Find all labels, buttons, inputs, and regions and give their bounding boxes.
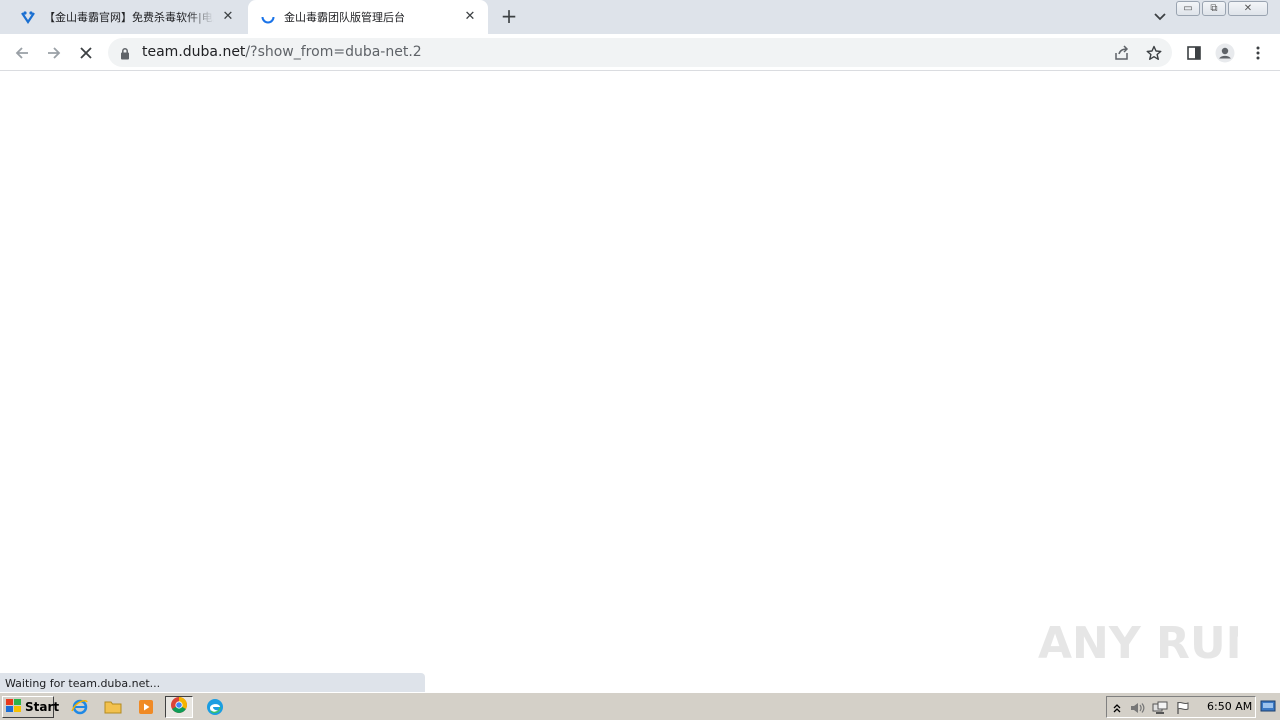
address-bar[interactable]: team.duba.net/?show_from=duba-net.2 [108,38,1172,67]
url-path: /?show_from=duba-net.2 [245,44,422,60]
url-host: team.duba.net [142,44,246,60]
watermark-text: ANY RUN [1038,618,1238,669]
start-button[interactable]: Start [2,696,59,718]
taskbar: Start 6:50 AM [0,692,1280,720]
duba-favicon-icon [20,9,36,25]
file-explorer-icon[interactable] [99,696,127,718]
system-tray: 6:50 AM [1106,696,1256,718]
bookmark-star-icon[interactable] [1144,43,1164,63]
browser-toolbar: team.duba.net/?show_from=duba-net.2 [0,34,1280,71]
chrome-icon [170,696,188,718]
back-arrow-icon[interactable] [11,42,33,64]
tab-strip: 【金山毒霸官网】免费杀毒软件|电脑杀毒 ✕ 金山毒霸团队版管理后台 ✕ + ▭ … [0,0,1280,34]
volume-icon[interactable] [1129,700,1145,716]
tab-title: 【金山毒霸官网】免费杀毒软件|电脑杀毒 [44,11,214,24]
side-panel-icon[interactable] [1183,42,1205,64]
action-center-flag-icon[interactable] [1175,700,1191,716]
windows-logo-icon [6,698,22,716]
show-desktop-icon[interactable] [1260,698,1276,714]
forward-arrow-icon[interactable] [43,42,65,64]
stop-loading-icon[interactable] [75,42,97,64]
start-label: Start [25,700,60,714]
anyrun-watermark-logo: ANY RUN [1038,606,1263,676]
new-tab-button[interactable]: + [498,6,520,28]
network-icon[interactable] [1152,700,1168,716]
close-window-button[interactable]: ✕ [1228,1,1268,16]
status-bubble: Waiting for team.duba.net... [0,673,425,692]
lock-icon[interactable] [120,45,130,64]
media-player-icon[interactable] [132,696,160,718]
menu-kebab-icon[interactable] [1247,42,1269,64]
chrome-taskbar-button[interactable] [165,696,193,718]
tab-title: 金山毒霸团队版管理后台 [284,11,405,24]
show-hidden-icons-icon[interactable] [1109,700,1125,716]
profile-avatar-icon[interactable] [1214,42,1236,64]
window-controls: ▭ ⧉ ✕ [1176,1,1268,16]
loading-spinner-icon [260,9,276,25]
tab-close-icon[interactable]: ✕ [220,9,236,25]
minimize-button[interactable]: ▭ [1176,1,1200,16]
tab-close-icon[interactable]: ✕ [462,9,478,25]
share-icon[interactable] [1112,43,1132,63]
tab-team-admin[interactable]: 金山毒霸团队版管理后台 ✕ [248,0,488,34]
restore-button[interactable]: ⧉ [1202,1,1226,16]
tab-search-chevron-icon[interactable] [1150,8,1170,26]
url-text[interactable]: team.duba.net/?show_from=duba-net.2 [142,44,422,60]
tab-duba-official[interactable]: 【金山毒霸官网】免费杀毒软件|电脑杀毒 ✕ [8,0,246,34]
page-content [0,72,1280,692]
edge-icon[interactable] [201,696,229,718]
taskbar-clock[interactable]: 6:50 AM [1207,700,1252,713]
internet-explorer-icon[interactable] [66,696,94,718]
